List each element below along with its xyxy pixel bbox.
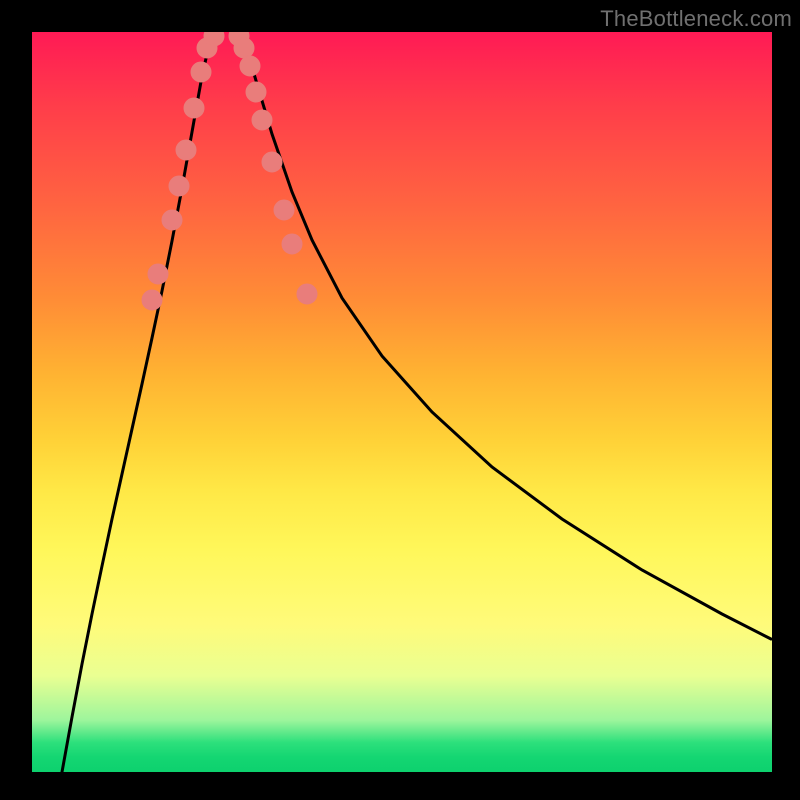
data-marker — [252, 110, 272, 130]
curve-right-curve — [237, 32, 771, 639]
data-marker — [262, 152, 282, 172]
data-marker — [240, 56, 260, 76]
data-marker — [176, 140, 196, 160]
plot-area — [32, 32, 772, 772]
attribution-text: TheBottleneck.com — [600, 6, 792, 32]
data-marker — [162, 210, 182, 230]
data-marker — [297, 284, 317, 304]
data-marker — [169, 176, 189, 196]
data-marker — [274, 200, 294, 220]
data-marker — [142, 290, 162, 310]
data-marker — [282, 234, 302, 254]
data-marker — [191, 62, 211, 82]
data-marker — [184, 98, 204, 118]
marker-layer — [142, 32, 317, 310]
curve-layer — [62, 32, 771, 772]
figure-root: TheBottleneck.com — [0, 0, 800, 800]
data-marker — [148, 264, 168, 284]
chart-svg — [32, 32, 772, 772]
data-marker — [246, 82, 266, 102]
data-marker — [234, 38, 254, 58]
